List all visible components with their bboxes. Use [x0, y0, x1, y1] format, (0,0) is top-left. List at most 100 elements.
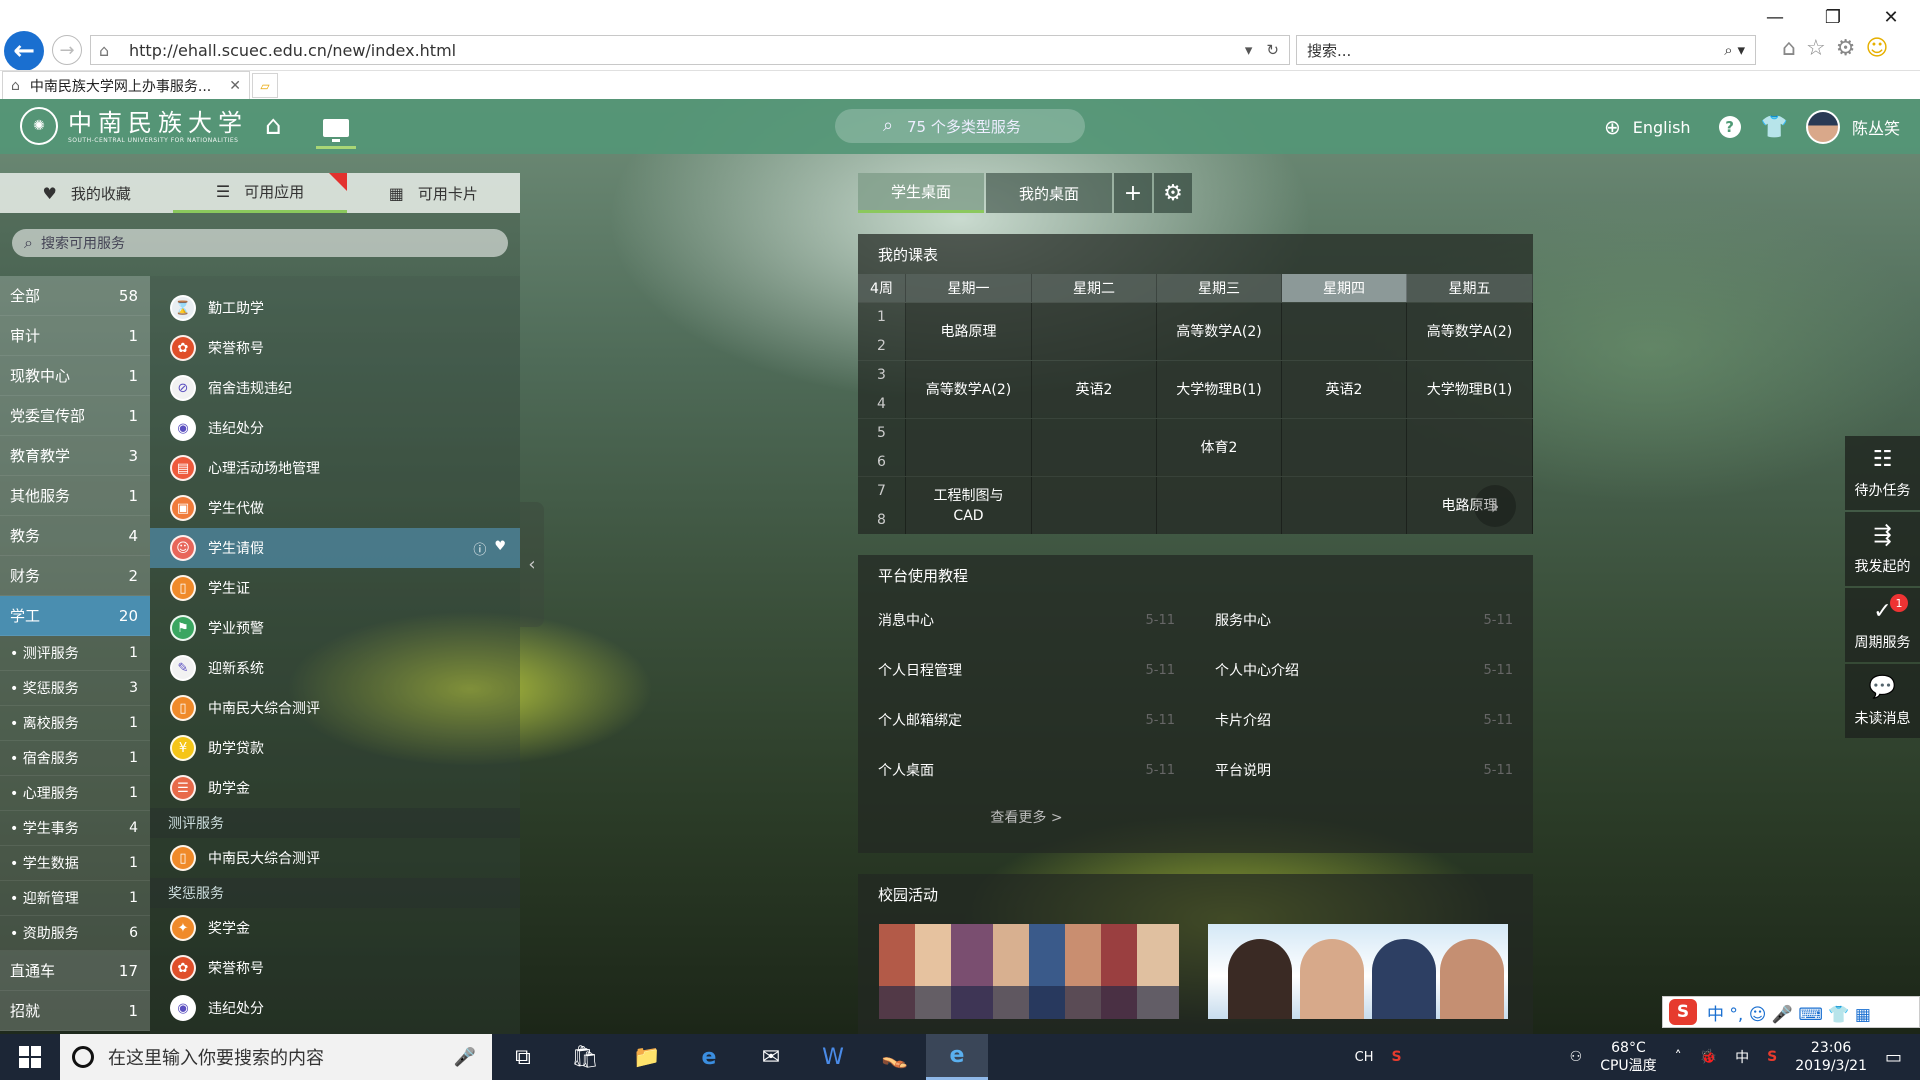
desktop-icon[interactable] — [316, 109, 356, 149]
tutorial-item[interactable]: 服务中心 5-11 — [1195, 595, 1533, 645]
help-icon[interactable]: ? — [1718, 116, 1741, 138]
search-icon[interactable]: ⌕ ▾ — [1724, 41, 1755, 59]
timetable-next-button[interactable]: › — [1474, 485, 1516, 527]
category-item[interactable]: 直通车 17 — [0, 951, 150, 991]
browser-search-bar[interactable]: 搜索... ⌕ ▾ — [1296, 35, 1756, 65]
minimize-button[interactable]: — — [1746, 0, 1804, 34]
dropdown-icon[interactable]: ▾ — [1245, 41, 1253, 59]
course-cell[interactable]: 高等数学A(2) — [906, 361, 1032, 418]
app-item-hovered[interactable]: ☺ 学生请假 ⓘ ♥ — [150, 528, 520, 568]
app-item[interactable]: ◉ 违纪处分 — [150, 408, 520, 448]
course-cell[interactable] — [1282, 303, 1407, 360]
course-cell[interactable]: 电路原理 — [906, 303, 1032, 360]
app-item[interactable]: ⌛ 勤工助学 — [150, 288, 520, 328]
activity-image[interactable] — [879, 924, 1179, 1019]
category-item[interactable]: 教育教学 3 — [0, 436, 150, 476]
tutorial-item[interactable]: 个人日程管理 5-11 — [858, 645, 1195, 695]
notification-center-icon[interactable]: ▭ — [1885, 1047, 1902, 1068]
language-switch[interactable]: English — [1633, 118, 1691, 137]
course-cell[interactable] — [906, 419, 1032, 476]
category-item[interactable]: 审计 1 — [0, 316, 150, 356]
clock[interactable]: 23:06 2019/3/21 — [1795, 1039, 1867, 1075]
subcategory-item[interactable]: 离校服务 1 — [0, 706, 150, 741]
edge-icon[interactable]: e — [678, 1034, 740, 1080]
subcategory-item[interactable]: 奖惩服务 3 — [0, 671, 150, 706]
subcategory-item[interactable]: 学生数据 1 — [0, 846, 150, 881]
subcategory-item[interactable]: 迎新管理 1 — [0, 881, 150, 916]
category-item[interactable]: 其他服务 1 — [0, 476, 150, 516]
tutorial-item[interactable]: 消息中心 5-11 — [858, 595, 1195, 645]
app-item[interactable]: ✿ 荣誉称号 — [150, 948, 520, 988]
course-cell[interactable]: 大学物理B(1) — [1157, 361, 1282, 418]
theme-shirt-icon[interactable]: 👕 — [1761, 115, 1788, 140]
taskbar-search-input[interactable]: 在这里输入你要搜索的内容 — [108, 1044, 454, 1070]
app-item[interactable]: ✎ 迎新系统 — [150, 648, 520, 688]
app-item[interactable]: ✿ 荣誉称号 — [150, 328, 520, 368]
tab-my-desktop[interactable]: 我的桌面 — [986, 173, 1112, 213]
category-item[interactable]: 党委宣传部 1 — [0, 396, 150, 436]
close-window-button[interactable]: ✕ — [1862, 0, 1920, 34]
user-name[interactable]: 陈丛笑 — [1852, 115, 1900, 139]
ime-tools[interactable]: 中 °, ☺ 🎤 ⌨ 👕 ▦ — [1707, 1000, 1871, 1025]
favorite-heart-icon[interactable]: ♥ — [494, 539, 506, 558]
view-more-link[interactable]: 查看更多 > — [858, 807, 1195, 827]
course-cell[interactable]: 英语2 — [1282, 361, 1407, 418]
maximize-button[interactable]: ❐ — [1804, 0, 1862, 34]
course-cell[interactable]: 大学物理B(1) — [1407, 361, 1533, 418]
new-tab-button[interactable]: ▱ — [252, 73, 278, 98]
app-item[interactable]: ◉ 违纪处分 — [150, 988, 520, 1028]
sogou-logo-icon[interactable]: S — [1669, 999, 1697, 1025]
tab-available-apps[interactable]: ☰ 可用应用 — [173, 173, 347, 213]
category-item[interactable]: 教务 4 — [0, 516, 150, 556]
collapse-panel-handle[interactable]: ‹ — [520, 502, 544, 627]
smiley-icon[interactable]: ☺ — [1865, 36, 1888, 61]
app-item[interactable]: ⚑ 学业预警 — [150, 608, 520, 648]
address-bar[interactable]: ⌂ http://ehall.scuec.edu.cn/new/index.ht… — [90, 35, 1290, 65]
mail-icon[interactable]: ✉ — [740, 1034, 802, 1080]
course-cell[interactable] — [1282, 419, 1407, 476]
tutorial-item[interactable]: 卡片介绍 5-11 — [1195, 695, 1533, 745]
tutorial-item[interactable]: 个人邮箱绑定 5-11 — [858, 695, 1195, 745]
add-desktop-button[interactable]: + — [1114, 173, 1152, 213]
people-icon[interactable]: ⚇ — [1570, 1049, 1583, 1065]
subcategory-item[interactable]: 测评服务 1 — [0, 636, 150, 671]
app-item[interactable]: ⊘ 宿舍违规违纪 — [150, 368, 520, 408]
app-item[interactable]: ✦ 奖学金 — [150, 908, 520, 948]
slippers-app-icon[interactable]: 👡 — [864, 1034, 926, 1080]
course-cell[interactable]: 英语2 — [1032, 361, 1157, 418]
course-cell[interactable]: 工程制图与CAD — [906, 477, 1032, 534]
category-item[interactable]: 全部 58 — [0, 276, 150, 316]
available-service-search[interactable]: ⌕ 搜索可用服务 — [12, 229, 508, 257]
subcategory-item[interactable]: 学生事务 4 — [0, 811, 150, 846]
close-tab-icon[interactable]: ✕ — [229, 78, 241, 94]
word-app-icon[interactable]: W — [802, 1034, 864, 1080]
app-item[interactable]: ☰ 助学金 — [150, 768, 520, 808]
course-cell[interactable] — [1282, 477, 1407, 534]
course-cell[interactable]: 体育2 — [1157, 419, 1282, 476]
course-cell[interactable] — [1032, 419, 1157, 476]
info-icon[interactable]: ⓘ — [473, 539, 486, 558]
refresh-icon[interactable]: ↻ — [1266, 41, 1279, 59]
back-button[interactable]: ← — [4, 31, 44, 71]
dock-todo-tasks[interactable]: ☷ 待办任务 — [1845, 436, 1920, 510]
avatar[interactable] — [1805, 110, 1840, 144]
store-icon[interactable]: 🛍 — [554, 1034, 616, 1080]
app-item[interactable]: ¥ 助学贷款 — [150, 728, 520, 768]
cpu-temperature[interactable]: 68°C CPU温度 — [1600, 1039, 1656, 1075]
app-item[interactable]: ▣ 学生代做 — [150, 488, 520, 528]
taskbar-search[interactable]: 在这里输入你要搜索的内容 🎤 — [60, 1034, 492, 1080]
forward-button[interactable]: → — [52, 35, 82, 65]
subcategory-item[interactable]: 资助服务 6 — [0, 916, 150, 951]
category-item[interactable]: 现教中心 1 — [0, 356, 150, 396]
home-icon[interactable]: ⌂ — [265, 111, 282, 141]
home-icon[interactable]: ⌂ — [1782, 36, 1796, 61]
tutorial-item[interactable]: 平台说明 5-11 — [1195, 745, 1533, 795]
app-item[interactable]: ▤ 心理活动场地管理 — [150, 448, 520, 488]
tab-student-desktop[interactable]: 学生桌面 — [858, 173, 984, 213]
dock-periodic-service[interactable]: ✓ 1 周期服务 — [1845, 588, 1920, 662]
antivirus-icon[interactable]: 🐞 — [1700, 1049, 1717, 1065]
category-item[interactable]: 招就 1 — [0, 991, 150, 1031]
browser-search-input[interactable]: 搜索... — [1307, 40, 1724, 61]
desktop-settings-button[interactable]: ⚙ — [1154, 173, 1192, 213]
tab-available-cards[interactable]: ▦ 可用卡片 — [347, 173, 520, 213]
